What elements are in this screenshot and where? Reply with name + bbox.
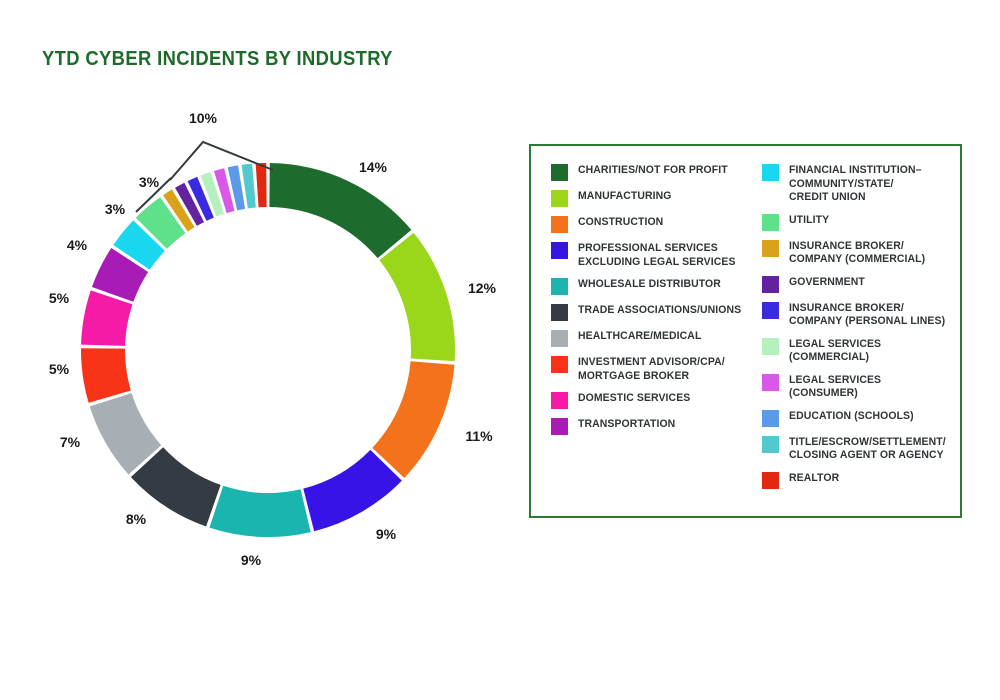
legend-swatch-icon xyxy=(551,216,568,233)
legend-item[interactable]: LEGAL SERVICES (COMMERCIAL) xyxy=(762,337,960,365)
legend-column-left: CHARITIES/NOT FOR PROFIT MANUFACTURING C… xyxy=(551,164,762,516)
legend-item-label: MANUFACTURING xyxy=(578,190,672,202)
slice-percentage-label: 8% xyxy=(126,511,147,527)
legend-swatch-icon xyxy=(551,190,568,207)
legend-swatch-icon xyxy=(762,275,780,293)
slice-percentage-label: 12% xyxy=(468,280,497,296)
legend-item[interactable]: TITLE/ESCROW/SETTLEMENT/ CLOSING AGENT O… xyxy=(762,435,960,463)
donut-chart-svg: 14% 12% 11% 9% 9% 8% 7% 5% 5% 4% 3% 3% 10% xyxy=(49,110,497,568)
legend-item-label: CONSTRUCTION xyxy=(578,216,664,228)
legend-item-label: TITLE/ESCROW/SETTLEMENT/ CLOSING AGENT O… xyxy=(789,435,947,462)
legend-swatch-icon xyxy=(551,242,568,259)
legend-swatch-icon xyxy=(762,239,780,257)
legend-item[interactable]: CHARITIES/NOT FOR PROFIT xyxy=(551,164,762,181)
legend-box: CHARITIES/NOT FOR PROFIT MANUFACTURING C… xyxy=(529,144,962,518)
legend-item[interactable]: MANUFACTURING xyxy=(551,190,762,207)
donut-slice[interactable] xyxy=(255,163,267,208)
legend-swatch-icon xyxy=(551,330,568,347)
legend-item-label: DOMESTIC SERVICES xyxy=(578,392,691,404)
legend-swatch-icon xyxy=(551,304,568,321)
legend-item-label: LEGAL SERVICES (CONSUMER) xyxy=(789,373,882,400)
slice-percentage-label: 5% xyxy=(49,361,70,377)
legend-item-label: TRADE ASSOCIATIONS/UNIONS xyxy=(578,304,742,316)
donut-slice[interactable] xyxy=(269,163,412,259)
legend-item-label: INSURANCE BROKER/ COMPANY (COMMERCIAL) xyxy=(789,239,926,266)
slice-percentage-label: 11% xyxy=(465,428,493,444)
legend-item-label: HEALTHCARE/MEDICAL xyxy=(578,330,702,342)
legend-swatch-icon xyxy=(762,164,780,181)
legend-item[interactable]: UTILITY xyxy=(762,213,960,231)
slice-percentage-label: 4% xyxy=(67,237,88,253)
legend-item[interactable]: FINANCIAL INSTITUTION– COMMUNITY/STATE/ … xyxy=(762,164,960,205)
legend-item-label: LEGAL SERVICES (COMMERCIAL) xyxy=(789,337,882,364)
slice-percentage-label: 9% xyxy=(241,552,262,568)
legend-item[interactable]: INSURANCE BROKER/ COMPANY (PERSONAL LINE… xyxy=(762,301,960,329)
donut-slice[interactable] xyxy=(372,361,455,478)
legend-swatch-icon xyxy=(762,471,780,489)
legend-item[interactable]: REALTOR xyxy=(762,471,960,489)
legend-swatch-icon xyxy=(762,213,780,231)
legend-item[interactable]: TRANSPORTATION xyxy=(551,418,762,435)
legend-item-label: FINANCIAL INSTITUTION– COMMUNITY/STATE/ … xyxy=(789,164,922,203)
legend-item-label: GOVERNMENT xyxy=(789,275,866,288)
donut-slice[interactable] xyxy=(379,232,455,362)
legend-swatch-icon xyxy=(762,435,780,453)
slice-percentage-label: 3% xyxy=(139,174,160,190)
legend-item-label: PROFESSIONAL SERVICES EXCLUDING LEGAL SE… xyxy=(578,242,736,268)
legend-item-label: REALTOR xyxy=(789,471,840,484)
legend-swatch-icon xyxy=(762,409,780,427)
legend-item-label: TRANSPORTATION xyxy=(578,418,676,430)
page-title: YTD CYBER INCIDENTS BY INDUSTRY xyxy=(42,48,393,70)
legend-item-label: UTILITY xyxy=(789,213,830,226)
legend-swatch-icon xyxy=(551,418,568,435)
legend-item[interactable]: EDUCATION (SCHOOLS) xyxy=(762,409,960,427)
legend-column-right: FINANCIAL INSTITUTION– COMMUNITY/STATE/ … xyxy=(762,164,960,516)
donut-slice[interactable] xyxy=(81,348,131,403)
slice-percentage-label: 14% xyxy=(359,159,388,175)
legend-item[interactable]: DOMESTIC SERVICES xyxy=(551,392,762,409)
legend-swatch-icon xyxy=(551,392,568,409)
slice-percentage-label: 5% xyxy=(49,290,70,306)
donut-slice[interactable] xyxy=(303,449,402,532)
legend-swatch-icon xyxy=(551,356,568,373)
legend-item[interactable]: WHOLESALE DISTRIBUTOR xyxy=(551,278,762,295)
legend-swatch-icon xyxy=(551,164,568,181)
legend-item-label: EDUCATION (SCHOOLS) xyxy=(789,409,915,422)
legend-swatch-icon xyxy=(762,337,780,355)
donut-slices xyxy=(81,163,455,537)
legend-item-label: INSURANCE BROKER/ COMPANY (PERSONAL LINE… xyxy=(789,301,946,328)
legend-item-label: WHOLESALE DISTRIBUTOR xyxy=(578,278,721,290)
legend-item[interactable]: LEGAL SERVICES (CONSUMER) xyxy=(762,373,960,401)
slice-percentage-label: 7% xyxy=(60,434,81,450)
legend-swatch-icon xyxy=(551,278,568,295)
slice-percentage-label: 10% xyxy=(189,110,218,126)
legend-item[interactable]: INSURANCE BROKER/ COMPANY (COMMERCIAL) xyxy=(762,239,960,267)
donut-chart: 14% 12% 11% 9% 9% 8% 7% 5% 5% 4% 3% 3% 10% xyxy=(0,90,520,610)
legend-swatch-icon xyxy=(762,373,780,391)
legend-item[interactable]: INVESTMENT ADVISOR/CPA/ MORTGAGE BROKER xyxy=(551,356,762,383)
donut-slice[interactable] xyxy=(209,485,311,537)
legend-item[interactable]: TRADE ASSOCIATIONS/UNIONS xyxy=(551,304,762,321)
legend-swatch-icon xyxy=(762,301,780,319)
legend-item[interactable]: GOVERNMENT xyxy=(762,275,960,293)
legend-item[interactable]: HEALTHCARE/MEDICAL xyxy=(551,330,762,347)
legend-item-label: INVESTMENT ADVISOR/CPA/ MORTGAGE BROKER xyxy=(578,356,725,382)
slice-percentage-label: 9% xyxy=(376,526,397,542)
legend-item[interactable]: CONSTRUCTION xyxy=(551,216,762,233)
legend-item-label: CHARITIES/NOT FOR PROFIT xyxy=(578,164,728,176)
legend-item[interactable]: PROFESSIONAL SERVICES EXCLUDING LEGAL SE… xyxy=(551,242,762,269)
slice-percentage-label: 3% xyxy=(105,201,126,217)
